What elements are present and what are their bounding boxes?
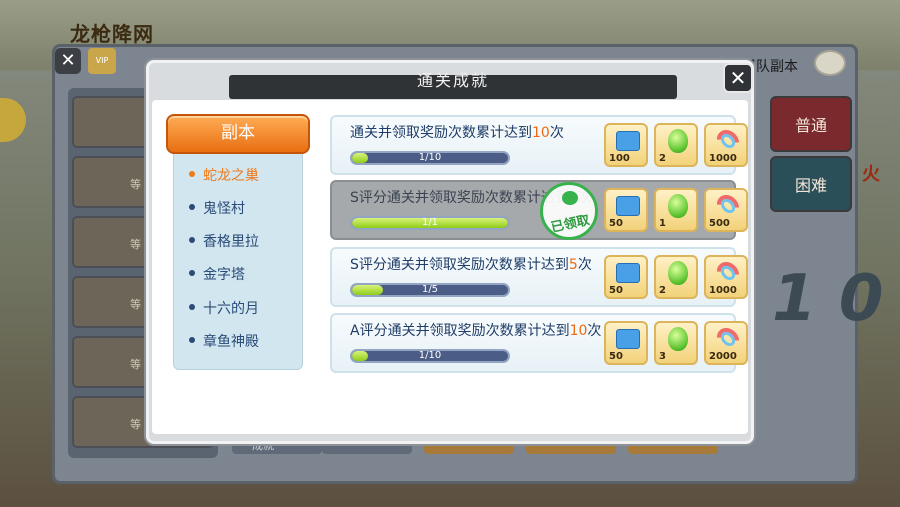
paw-icon bbox=[562, 191, 578, 205]
bullet-icon bbox=[189, 270, 195, 276]
thumb-label: 等 bbox=[130, 418, 141, 431]
progress-text: 1/10 bbox=[418, 350, 442, 361]
claimed-stamp: 已领取 bbox=[540, 182, 598, 240]
thumb-label: 等 bbox=[130, 238, 141, 251]
dialog-title: 通关成就 bbox=[416, 71, 489, 90]
bullet-icon bbox=[189, 204, 195, 210]
achievement-row[interactable]: 通关并领取奖励次数累计达到10次 1/10 100 2 1000 bbox=[330, 115, 748, 175]
thumb-label: 等 bbox=[130, 298, 141, 311]
menu-header-button[interactable]: 副本 bbox=[166, 114, 310, 154]
menu-item-dungeon[interactable]: 十六的月 bbox=[189, 299, 259, 319]
menu-item-dungeon[interactable]: 香格里拉 bbox=[189, 232, 259, 252]
rainbow-icon bbox=[712, 257, 744, 289]
close-button[interactable]: ✕ bbox=[723, 63, 753, 93]
menu-item-label: 章鱼神殿 bbox=[203, 334, 259, 350]
reward-count: 1 bbox=[659, 218, 666, 229]
egg-icon bbox=[668, 194, 688, 218]
ticket-icon bbox=[616, 131, 640, 151]
progress-text: 1/1 bbox=[421, 217, 439, 228]
progress-bar: 1/10 bbox=[350, 349, 510, 363]
background-big-number: 1 0 bbox=[772, 262, 884, 336]
reward-slot[interactable]: 50 bbox=[604, 188, 648, 232]
reward-slot[interactable]: 2 bbox=[654, 255, 698, 299]
thumb-label: 等 bbox=[130, 358, 141, 371]
menu-item-label: 鬼怪村 bbox=[203, 201, 245, 217]
menu-item-dungeon[interactable]: 蛇龙之巢 bbox=[189, 166, 259, 186]
progress-bar: 1/10 bbox=[350, 151, 510, 165]
reward-slot[interactable]: 50 bbox=[604, 321, 648, 365]
rainbow-icon bbox=[712, 125, 744, 157]
egg-icon bbox=[668, 129, 688, 153]
reward-count: 2 bbox=[659, 285, 666, 296]
reward-count: 500 bbox=[709, 218, 730, 229]
vip-badge[interactable]: VIP bbox=[88, 48, 116, 74]
egg-icon bbox=[668, 327, 688, 351]
progress-text: 1/10 bbox=[418, 152, 442, 163]
ticket-icon bbox=[616, 329, 640, 349]
reward-slot[interactable]: 3 bbox=[654, 321, 698, 365]
menu-item-dungeon[interactable]: 鬼怪村 bbox=[189, 199, 245, 219]
progress-text: 1/5 bbox=[421, 284, 439, 295]
side-red-label: 火 bbox=[862, 164, 880, 185]
reward-count: 100 bbox=[609, 153, 630, 164]
menu-item-label: 蛇龙之巢 bbox=[203, 168, 259, 184]
reward-slot[interactable]: 2000 bbox=[704, 321, 748, 365]
reward-count: 2 bbox=[659, 153, 666, 164]
mode-hard-button[interactable]: 困难 bbox=[770, 156, 852, 212]
reward-slot[interactable]: 2 bbox=[654, 123, 698, 167]
claimed-stamp-text: 已领取 bbox=[549, 213, 592, 236]
progress-bar: 1/1 bbox=[350, 216, 510, 230]
progress-bar: 1/5 bbox=[350, 283, 510, 297]
mode-normal-button[interactable]: 普通 bbox=[770, 96, 852, 152]
reward-slot[interactable]: 1000 bbox=[704, 255, 748, 299]
rainbow-icon bbox=[712, 323, 744, 355]
reward-slot[interactable]: 500 bbox=[704, 188, 748, 232]
menu-item-label: 金字塔 bbox=[203, 267, 245, 283]
background-title: 龙枪降网 bbox=[70, 22, 154, 46]
reward-count: 1000 bbox=[709, 153, 737, 164]
reward-slot[interactable]: 100 bbox=[604, 123, 648, 167]
reward-count: 50 bbox=[609, 285, 623, 296]
bullet-icon bbox=[189, 337, 195, 343]
ticket-icon bbox=[616, 263, 640, 283]
background-close-button[interactable]: ✕ bbox=[55, 48, 81, 74]
reward-count: 2000 bbox=[709, 351, 737, 362]
reward-count: 50 bbox=[609, 351, 623, 362]
reward-slot[interactable]: 50 bbox=[604, 255, 648, 299]
achievement-title: A评分通关并领取奖励次数累计达到10次 bbox=[350, 323, 602, 339]
menu-item-label: 十六的月 bbox=[203, 301, 259, 317]
egg-icon bbox=[668, 261, 688, 285]
bullet-icon bbox=[189, 171, 195, 177]
achievement-row[interactable]: S评分通关并领取奖励次数累计达到5次 1/5 50 2 1000 bbox=[330, 247, 748, 307]
rainbow-icon bbox=[712, 190, 744, 222]
reward-count: 1000 bbox=[709, 285, 737, 296]
menu-item-dungeon[interactable]: 章鱼神殿 bbox=[189, 332, 259, 352]
menu-item-label: 香格里拉 bbox=[203, 234, 259, 250]
achievement-title: S评分通关并领取奖励次数累计达到5次 bbox=[350, 257, 592, 273]
achievement-row[interactable]: S评分通关并领取奖励次数累计达到1次1/1501500已领取 bbox=[330, 180, 748, 240]
ticket-icon bbox=[616, 196, 640, 216]
reward-slot[interactable]: 1000 bbox=[704, 123, 748, 167]
reward-slot[interactable]: 1 bbox=[654, 188, 698, 232]
bullet-icon bbox=[189, 237, 195, 243]
reward-count: 3 bbox=[659, 351, 666, 362]
reward-count: 50 bbox=[609, 218, 623, 229]
thumb-label: 等 bbox=[130, 178, 141, 191]
bullet-icon bbox=[189, 304, 195, 310]
achievement-title: 通关并领取奖励次数累计达到10次 bbox=[350, 125, 564, 141]
menu-item-dungeon[interactable]: 金字塔 bbox=[189, 265, 245, 285]
team-dungeon-icon[interactable] bbox=[814, 50, 846, 76]
achievement-row[interactable]: A评分通关并领取奖励次数累计达到10次 1/10 50 3 2000 bbox=[330, 313, 748, 373]
